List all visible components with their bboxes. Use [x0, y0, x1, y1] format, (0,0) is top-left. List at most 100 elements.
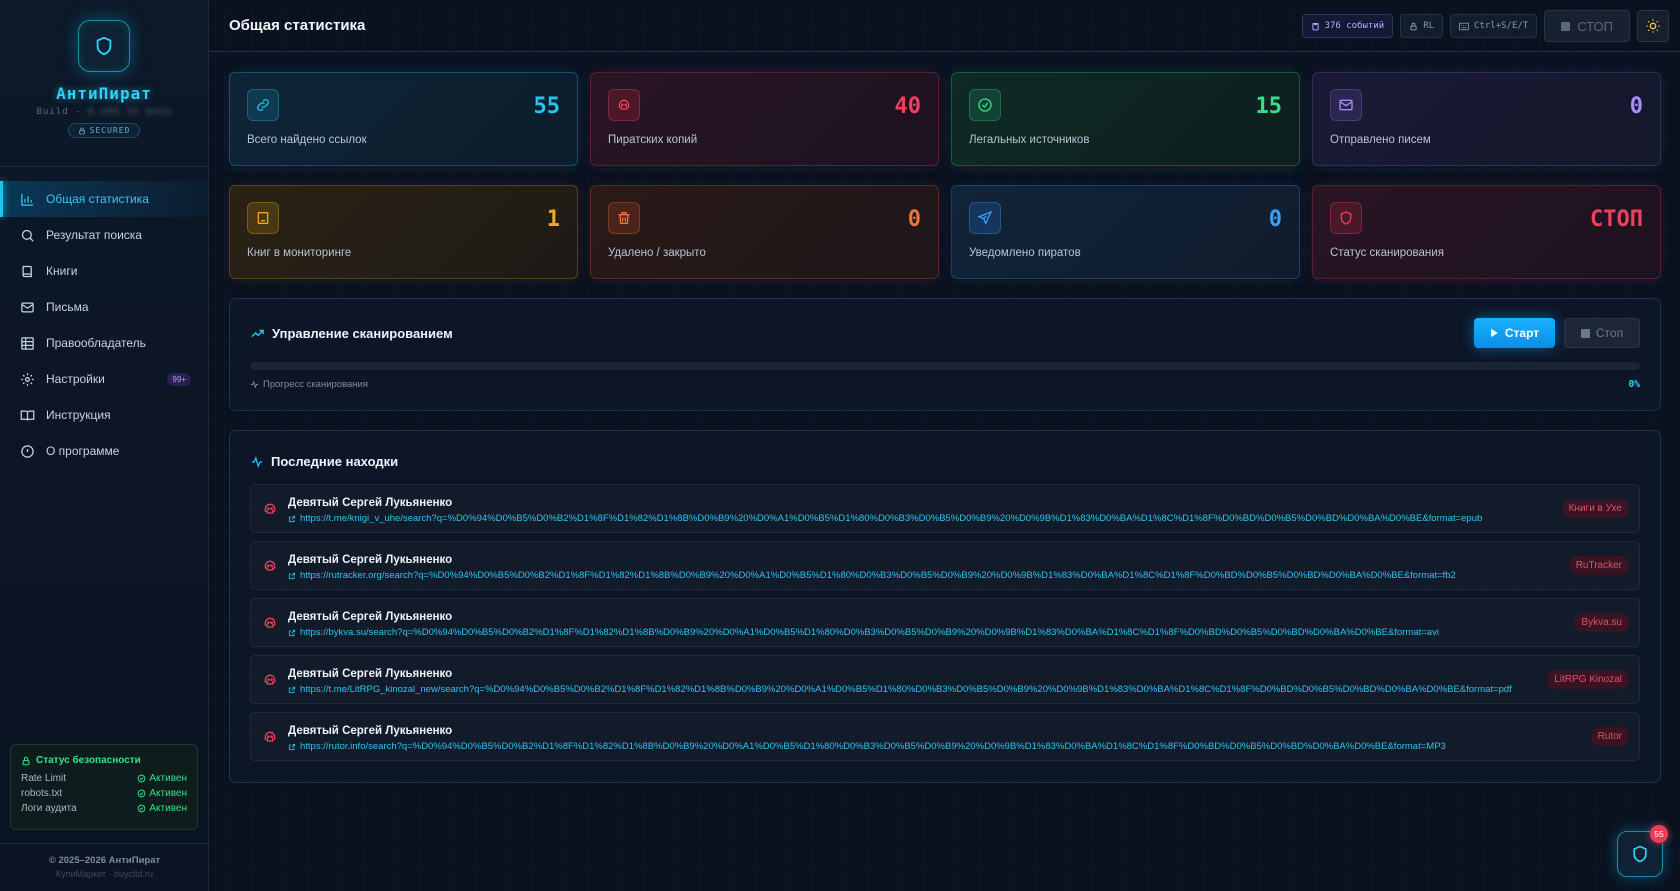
recent-finds-title: Последние находки [250, 454, 398, 469]
mail-icon [1330, 89, 1362, 121]
settings-count-badge: 99+ [167, 372, 191, 386]
sidebar-item-label: Настройки [46, 372, 105, 386]
sidebar-item-label: Инструкция [46, 408, 111, 422]
card-total-links: 55 Всего найдено ссылок [229, 72, 578, 166]
find-url-link[interactable]: https://t.me/LitRPG_kinozal_new/search?q… [288, 684, 1512, 695]
card-value: 15 [1255, 94, 1283, 119]
stop-square-icon [1580, 328, 1590, 338]
sidebar-item-about[interactable]: О программе [0, 433, 208, 469]
find-url-link[interactable]: https://rutracker.org/search?q=%D0%94%D0… [288, 570, 1456, 581]
rate-limit-chip[interactable]: RL [1400, 14, 1444, 38]
security-row-rate-limit: Rate Limit Активен [21, 773, 187, 784]
activity-icon [251, 455, 263, 468]
card-label: Отправлено писем [1330, 134, 1431, 146]
open-book-icon [20, 410, 35, 421]
card-legal-sources: 15 Легальных источников [951, 72, 1300, 166]
keyboard-icon [1459, 22, 1470, 30]
security-status-text: Активен [149, 803, 187, 814]
book-icon [247, 202, 279, 234]
app-name: АнтиПират [56, 84, 152, 103]
progress-label-text: Прогресс сканирования [263, 379, 369, 390]
scan-progress-label: Прогресс сканирования [250, 379, 368, 390]
sidebar-item-label: Правообладатель [46, 336, 146, 350]
find-url: https://bykva.su/search?q=%D0%94%D0%B5%D… [300, 627, 1439, 638]
card-removed: 0 Удалено / закрыто [590, 185, 939, 279]
brand-block: АнтиПират Build - 0.295.25 beta SECURED [0, 0, 208, 167]
sidebar-item-statistics[interactable]: Общая статистика [0, 181, 208, 217]
find-title: Девятый Сергей Лукьяненко [288, 611, 453, 623]
secured-badge: SECURED [67, 123, 141, 138]
sidebar: АнтиПират Build - 0.295.25 beta SECURED … [0, 0, 209, 891]
security-row-status: Активен [137, 788, 187, 799]
trending-up-icon [251, 329, 264, 338]
list-item[interactable]: Девятый Сергей Лукьяненко https://bykva.… [250, 598, 1640, 647]
build-prefix: Build - [36, 107, 82, 117]
scan-control-title: Управление сканированием [250, 326, 453, 341]
sidebar-item-label: Книги [46, 264, 78, 278]
card-label: Книг в мониторинге [247, 247, 352, 259]
floating-shield-button[interactable]: 55 [1617, 825, 1668, 877]
find-url-link[interactable]: https://t.me/knigi_v_uhe/search?q=%D0%94… [288, 513, 1482, 524]
finds-title-text: Последние находки [271, 454, 399, 469]
security-status-panel: Статус безопасности Rate Limit Активен r… [10, 744, 198, 830]
sidebar-item-label: О программе [46, 444, 120, 458]
find-url: https://rutracker.org/search?q=%D0%94%D0… [300, 570, 1456, 581]
stop-scan-button[interactable]: Стоп [1564, 318, 1640, 348]
find-title: Девятый Сергей Лукьяненко [288, 554, 453, 566]
external-link-icon [288, 743, 296, 750]
sidebar-item-settings[interactable]: Настройки 99+ [0, 361, 208, 397]
clipboard-icon [1311, 22, 1319, 30]
theme-toggle-button[interactable] [1637, 10, 1669, 42]
notification-count-badge: 55 [1650, 825, 1668, 843]
card-label: Всего найдено ссылок [247, 134, 367, 146]
card-monitored-books: 1 Книг в мониторинге [229, 185, 578, 279]
footer-sub: КупиМаркет · buycltd.ru [55, 869, 154, 879]
book-icon [22, 265, 32, 277]
sidebar-item-books[interactable]: Книги [0, 253, 208, 289]
header-stop-button[interactable]: СТОП [1544, 10, 1630, 42]
lock-icon [22, 756, 30, 765]
sidebar-item-rightholder[interactable]: Правообладатель [0, 325, 208, 361]
shortcut-text: Ctrl+S/E/T [1474, 21, 1529, 31]
card-value: 55 [533, 94, 561, 119]
find-url-link[interactable]: https://bykva.su/search?q=%D0%94%D0%B5%D… [288, 627, 1439, 638]
sidebar-item-letters[interactable]: Письма [0, 289, 208, 325]
find-title: Девятый Сергей Лукьяненко [288, 668, 453, 680]
source-badge: Rutor [1590, 727, 1629, 746]
source-badge: RuTracker [1568, 556, 1629, 575]
list-item[interactable]: Девятый Сергей Лукьяненко https://rutor.… [250, 712, 1640, 761]
scan-progress-percent: 0% [1628, 379, 1640, 390]
sidebar-item-manual[interactable]: Инструкция [0, 397, 208, 433]
list-item[interactable]: Девятый Сергей Лукьяненко https://t.me/L… [250, 655, 1640, 704]
skull-icon [264, 560, 276, 571]
card-value: 0 [1268, 207, 1282, 232]
skull-icon [264, 674, 276, 685]
find-url: https://t.me/LitRPG_kinozal_new/search?q… [300, 684, 1512, 695]
header-stop-label: СТОП [1577, 18, 1613, 34]
find-url: https://rutor.info/search?q=%D0%94%D0%B5… [300, 741, 1446, 752]
info-icon [21, 444, 34, 458]
check-circle-icon [969, 89, 1001, 121]
secured-label: SECURED [89, 126, 131, 135]
skull-icon [264, 617, 276, 628]
start-scan-button[interactable]: Старт [1474, 318, 1555, 348]
build-value: 0.295.25 beta [87, 107, 172, 117]
table-icon [21, 336, 34, 350]
card-label: Удалено / закрыто [608, 247, 706, 259]
shortcut-chip[interactable]: Ctrl+S/E/T [1450, 14, 1538, 38]
stop-square-icon [1561, 21, 1571, 31]
gear-icon [21, 372, 34, 386]
find-title: Девятый Сергей Лукьяненко [288, 725, 453, 737]
shield-icon [1633, 845, 1647, 863]
list-item[interactable]: Девятый Сергей Лукьяненко https://rutrac… [250, 541, 1640, 590]
list-item[interactable]: Девятый Сергей Лукьяненко https://t.me/k… [250, 484, 1640, 533]
sidebar-nav: Общая статистика Результат поиска Книги … [0, 167, 208, 469]
header-actions: 376 событий RL Ctrl+S/E/T СТОП [1301, 10, 1669, 42]
events-counter[interactable]: 376 событий [1301, 14, 1394, 38]
find-url-link[interactable]: https://rutor.info/search?q=%D0%94%D0%B5… [288, 741, 1446, 752]
check-circle-icon [138, 774, 146, 783]
skull-icon [608, 89, 640, 121]
shield-icon [1330, 202, 1362, 234]
security-row-audit: Логи аудита Активен [21, 803, 187, 814]
sidebar-item-search-results[interactable]: Результат поиска [0, 217, 208, 253]
